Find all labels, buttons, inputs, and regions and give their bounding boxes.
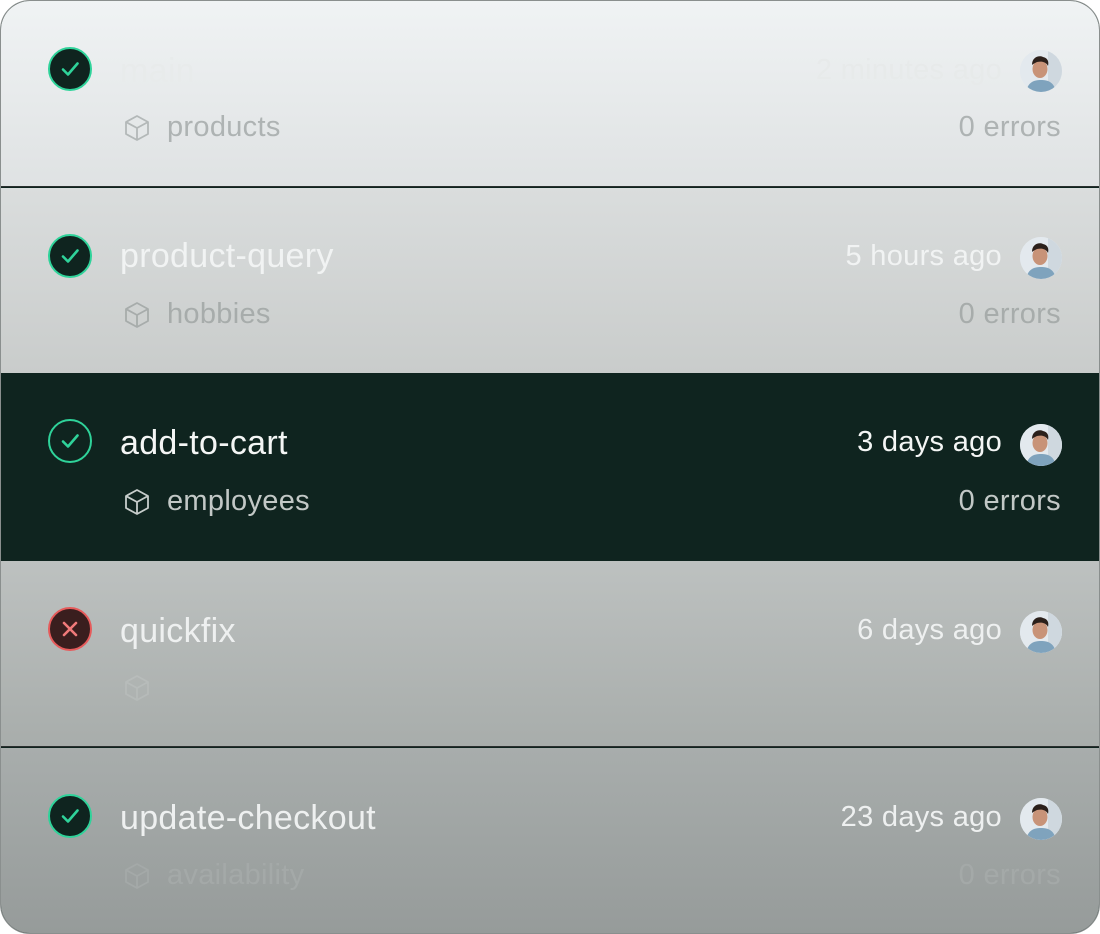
avatar — [1020, 798, 1062, 840]
error-count: 0 errors — [958, 298, 1061, 330]
error-count: 0 errors — [958, 485, 1061, 517]
branch-name: product-query — [120, 237, 334, 275]
list-item-main[interactable]: main 2 minutes ago products 0 errors — [1, 1, 1099, 187]
package-name: availability — [167, 859, 305, 891]
timestamp: 2 minutes ago — [815, 54, 1002, 86]
package-name: hobbies — [167, 298, 271, 330]
avatar — [1020, 424, 1062, 466]
x-icon — [48, 607, 92, 651]
timestamp: 3 days ago — [857, 426, 1002, 458]
check-icon — [48, 47, 92, 91]
error-count: 0 errors — [958, 111, 1061, 143]
list-item-update-checkout[interactable]: update-checkout 23 days ago availability… — [1, 748, 1099, 933]
package-icon — [122, 113, 152, 143]
timestamp: 6 days ago — [857, 614, 1002, 646]
package-icon — [122, 487, 152, 517]
branch-name: add-to-cart — [120, 424, 288, 462]
package-icon — [122, 300, 152, 330]
avatar — [1020, 611, 1062, 653]
avatar — [1020, 237, 1062, 279]
package-icon — [122, 673, 152, 703]
list-item-quickfix[interactable]: quickfix 6 days ago — [1, 561, 1099, 747]
deployments-list: main 2 minutes ago products 0 errors pro… — [0, 0, 1100, 934]
avatar — [1020, 50, 1062, 92]
branch-name: main — [120, 52, 195, 90]
list-item-add-to-cart[interactable]: add-to-cart 3 days ago employees 0 error… — [1, 373, 1099, 561]
package-name: employees — [167, 485, 310, 517]
timestamp: 23 days ago — [840, 801, 1002, 833]
package-icon — [122, 861, 152, 891]
error-count: 0 errors — [958, 859, 1061, 891]
check-icon — [48, 234, 92, 278]
list-item-product-query[interactable]: product-query 5 hours ago hobbies 0 erro… — [1, 188, 1099, 373]
branch-name: quickfix — [120, 612, 236, 650]
timestamp: 5 hours ago — [845, 240, 1002, 272]
check-icon — [48, 794, 92, 838]
package-name: products — [167, 111, 281, 143]
check-icon — [48, 419, 92, 463]
branch-name: update-checkout — [120, 799, 376, 837]
